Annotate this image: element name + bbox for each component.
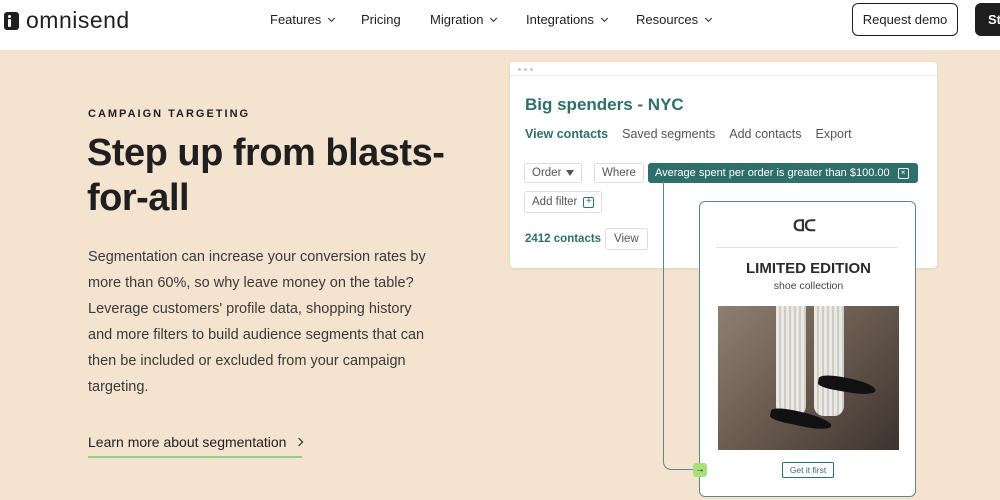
divider [716,247,898,248]
window-bar [510,62,937,76]
leg-shape [776,306,806,416]
view-button[interactable]: View [605,228,648,250]
chevron-down-icon [600,14,608,22]
nav-item-features[interactable]: Features [270,12,336,27]
chevron-down-icon [705,14,713,22]
where-chip[interactable]: Where [594,163,644,183]
shoe-photo [718,306,899,450]
start-button[interactable]: St [975,3,1000,36]
get-it-first-button[interactable]: Get it first [782,462,834,478]
hero-eyebrow: CAMPAIGN TARGETING [88,108,251,120]
filter-icon [566,170,575,176]
logo-text: omnisend [26,7,130,33]
add-filter-label: Add filter [532,196,578,208]
nav-item-label: Integrations [526,12,594,27]
window-dots-icon [518,68,533,71]
chip-label: Order [532,167,562,179]
nav-item-label: Resources [636,12,699,27]
segment-tabs: View contacts Saved segments Add contact… [525,127,852,141]
top-nav: omnisend Features Pricing Migration Inte… [0,0,1000,50]
nav-item-migration[interactable]: Migration [430,12,498,27]
nav-item-label: Migration [430,12,484,27]
plus-box-icon: + [583,196,595,208]
learn-more-link[interactable]: Learn more about segmentation [88,434,304,458]
request-demo-button[interactable]: Request demo [852,3,958,36]
chevron-right-icon [295,437,304,447]
segment-title: Big spenders - NYC [525,95,684,114]
arrow-right-icon: → [693,463,707,477]
active-filter-chip[interactable]: Average spent per order is greater than … [648,163,918,183]
nav-item-pricing[interactable]: Pricing [361,12,401,27]
logo[interactable]: omnisend [4,7,130,34]
active-filter-label: Average spent per order is greater than … [655,167,890,179]
learn-more-label: Learn more about segmentation [88,434,287,450]
nav-item-label: Pricing [361,12,401,27]
contacts-count: 2412 contacts [525,233,602,245]
nav-item-integrations[interactable]: Integrations [526,12,608,27]
hero-body: Segmentation can increase your conversio… [88,249,426,395]
chevron-down-icon [490,14,498,22]
tab-export[interactable]: Export [816,127,852,141]
email-title: LIMITED EDITION [746,260,871,277]
tab-add-contacts[interactable]: Add contacts [729,127,801,141]
email-subtitle: shoe collection [773,280,844,292]
connector-line [663,181,697,470]
close-box-icon[interactable]: × [897,167,909,179]
add-filter-button[interactable]: Add filter + [524,191,603,213]
nav-item-label: Features [270,12,322,27]
email-brand-logo: ᗡᑕ [793,218,816,235]
chevron-down-icon [328,14,336,22]
logo-icon [4,11,19,30]
leg-shape [814,306,844,416]
email-preview-card: ᗡᑕ LIMITED EDITION shoe collection Get i… [699,201,916,497]
hero-title: Step up from blasts-for-all [87,132,445,219]
tab-view-contacts[interactable]: View contacts [525,127,608,141]
chip-label: Where [602,167,636,179]
tab-saved-segments[interactable]: Saved segments [622,127,715,141]
order-filter-chip[interactable]: Order [524,163,583,183]
nav-item-resources[interactable]: Resources [636,12,713,27]
